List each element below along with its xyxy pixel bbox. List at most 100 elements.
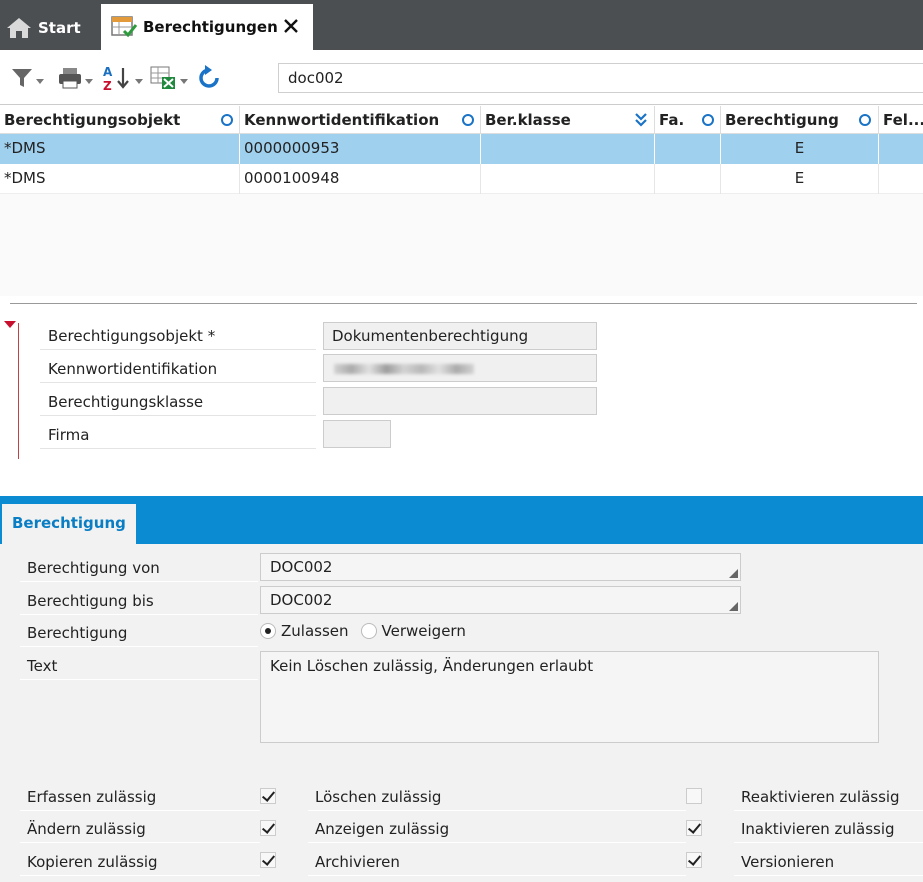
erfassen-checkbox[interactable]	[260, 788, 276, 804]
kopieren-checkbox[interactable]	[260, 852, 276, 868]
cell-feld	[879, 164, 923, 194]
column-header-label: Berechtigung	[725, 111, 839, 129]
kennwort-field[interactable]	[323, 354, 597, 382]
refresh-icon	[199, 65, 219, 88]
erfassen-label: Erfassen zulässig	[20, 783, 260, 811]
reaktivieren-label: Reaktivieren zulässig	[734, 783, 923, 811]
versionieren-label: Versionieren	[734, 848, 923, 876]
permission-table-icon	[111, 16, 137, 38]
radio-zulassen-label[interactable]: Zulassen	[281, 622, 349, 640]
tab-start[interactable]: Start	[6, 6, 96, 50]
sort-indicator-icon[interactable]	[702, 114, 714, 126]
cell-objekt: *DMS	[0, 134, 240, 164]
objekt-field[interactable]: Dokumentenberechtigung	[323, 322, 597, 350]
sort-indicator-icon[interactable]	[221, 114, 233, 126]
column-header-label: Fel...	[883, 111, 923, 129]
column-header-kennwort[interactable]: Kennwortidentifikation	[240, 106, 481, 134]
firma-label: Firma	[40, 421, 316, 449]
cell-firma	[655, 164, 721, 194]
cell-klasse	[481, 134, 655, 164]
cell-berechtigung: E	[721, 164, 879, 194]
filter-icon	[12, 69, 32, 87]
tab-active-label: Berechtigungen	[143, 18, 278, 36]
cell-feld	[879, 134, 923, 164]
grid-header: Berechtigungsobjekt Kennwortidentifikati…	[0, 106, 923, 134]
loeschen-checkbox[interactable]	[686, 788, 702, 804]
sorted-descending-icon[interactable]	[634, 112, 648, 128]
radio-zulassen[interactable]	[260, 623, 276, 639]
print-icon	[59, 68, 81, 89]
filter-button[interactable]	[10, 62, 44, 94]
loeschen-label: Löschen zulässig	[308, 783, 686, 811]
section-bar: Berechtigung	[0, 496, 923, 544]
refresh-button[interactable]	[195, 62, 223, 94]
column-header-firma[interactable]: Fa.	[655, 106, 721, 134]
sort-az-icon: A Z	[103, 65, 129, 92]
kopieren-label: Kopieren zulässig	[20, 848, 260, 876]
berechtigung-panel: Berechtigung von DOC002 Berechtigung bis…	[0, 544, 923, 882]
text-field[interactable]: Kein Löschen zulässig, Änderungen erlaub…	[260, 651, 879, 743]
sort-button[interactable]: A Z	[103, 62, 143, 94]
archivieren-checkbox[interactable]	[686, 852, 702, 868]
export-excel-icon	[150, 66, 175, 89]
kennwort-label: Kennwortidentifikation	[40, 355, 316, 383]
anzeigen-checkbox[interactable]	[686, 820, 702, 836]
splitter[interactable]	[10, 303, 917, 304]
anzeigen-label: Anzeigen zulässig	[308, 815, 686, 843]
collapse-triangle-icon[interactable]	[4, 321, 16, 328]
cell-kennwort: 0000000953	[240, 134, 481, 164]
tab-start-label: Start	[38, 19, 81, 37]
bis-value: DOC002	[270, 591, 333, 609]
home-icon	[7, 18, 31, 38]
svg-text:A: A	[103, 65, 113, 79]
tab-bar: Start Berechtigungen	[0, 0, 923, 50]
von-value: DOC002	[270, 558, 333, 576]
tab-berechtigungen[interactable]: Berechtigungen	[101, 4, 313, 50]
cell-firma	[655, 134, 721, 164]
table-row[interactable]: *DMS 0000000953 E	[0, 134, 923, 164]
lookup-corner-icon[interactable]	[729, 569, 738, 578]
close-icon[interactable]	[281, 16, 301, 36]
print-button[interactable]	[57, 62, 93, 94]
berechtigung-label: Berechtigung	[20, 619, 258, 647]
lookup-corner-icon[interactable]	[729, 602, 738, 611]
sort-indicator-icon[interactable]	[462, 114, 474, 126]
bis-field[interactable]: DOC002	[260, 586, 741, 614]
column-header-klasse[interactable]: Ber.klasse	[481, 106, 655, 134]
sort-indicator-icon[interactable]	[859, 114, 871, 126]
text-label: Text	[20, 652, 258, 680]
berechtigung-radio-group: Zulassen Verweigern	[260, 619, 466, 643]
radio-verweigern[interactable]	[360, 623, 377, 639]
column-header-feld[interactable]: Fel...	[879, 106, 923, 134]
von-label: Berechtigung von	[20, 554, 258, 582]
detail-form: Berechtigungsobjekt * Dokumentenberechti…	[0, 305, 923, 495]
klasse-label: Berechtigungsklasse	[40, 388, 316, 416]
redacted-value	[334, 364, 474, 374]
archivieren-label: Archivieren	[308, 848, 686, 876]
permissions-grid: Berechtigungsobjekt Kennwortidentifikati…	[0, 106, 923, 296]
column-header-berechtigung[interactable]: Berechtigung	[721, 106, 879, 134]
search-input[interactable]	[278, 63, 923, 93]
cell-berechtigung: E	[721, 134, 879, 164]
column-header-label: Ber.klasse	[485, 111, 571, 129]
table-row[interactable]: *DMS 0000100948 E	[0, 164, 923, 194]
aendern-label: Ändern zulässig	[20, 815, 260, 843]
toolbar: A Z	[0, 50, 923, 105]
svg-text:Z: Z	[103, 79, 112, 92]
cell-kennwort: 0000100948	[240, 164, 481, 194]
group-marker	[18, 323, 19, 459]
klasse-field[interactable]	[323, 387, 597, 415]
column-header-label: Kennwortidentifikation	[244, 111, 440, 129]
column-header-label: Fa.	[659, 111, 685, 129]
aendern-checkbox[interactable]	[260, 820, 276, 836]
cell-klasse	[481, 164, 655, 194]
firma-field[interactable]	[323, 420, 391, 448]
inaktivieren-label: Inaktivieren zulässig	[734, 815, 923, 843]
bis-label: Berechtigung bis	[20, 587, 258, 615]
radio-verweigern-label[interactable]: Verweigern	[382, 622, 466, 640]
column-header-objekt[interactable]: Berechtigungsobjekt	[0, 106, 240, 134]
von-field[interactable]: DOC002	[260, 553, 741, 581]
export-excel-button[interactable]	[150, 62, 188, 94]
tab-berechtigung[interactable]: Berechtigung	[2, 504, 136, 544]
cell-objekt: *DMS	[0, 164, 240, 194]
